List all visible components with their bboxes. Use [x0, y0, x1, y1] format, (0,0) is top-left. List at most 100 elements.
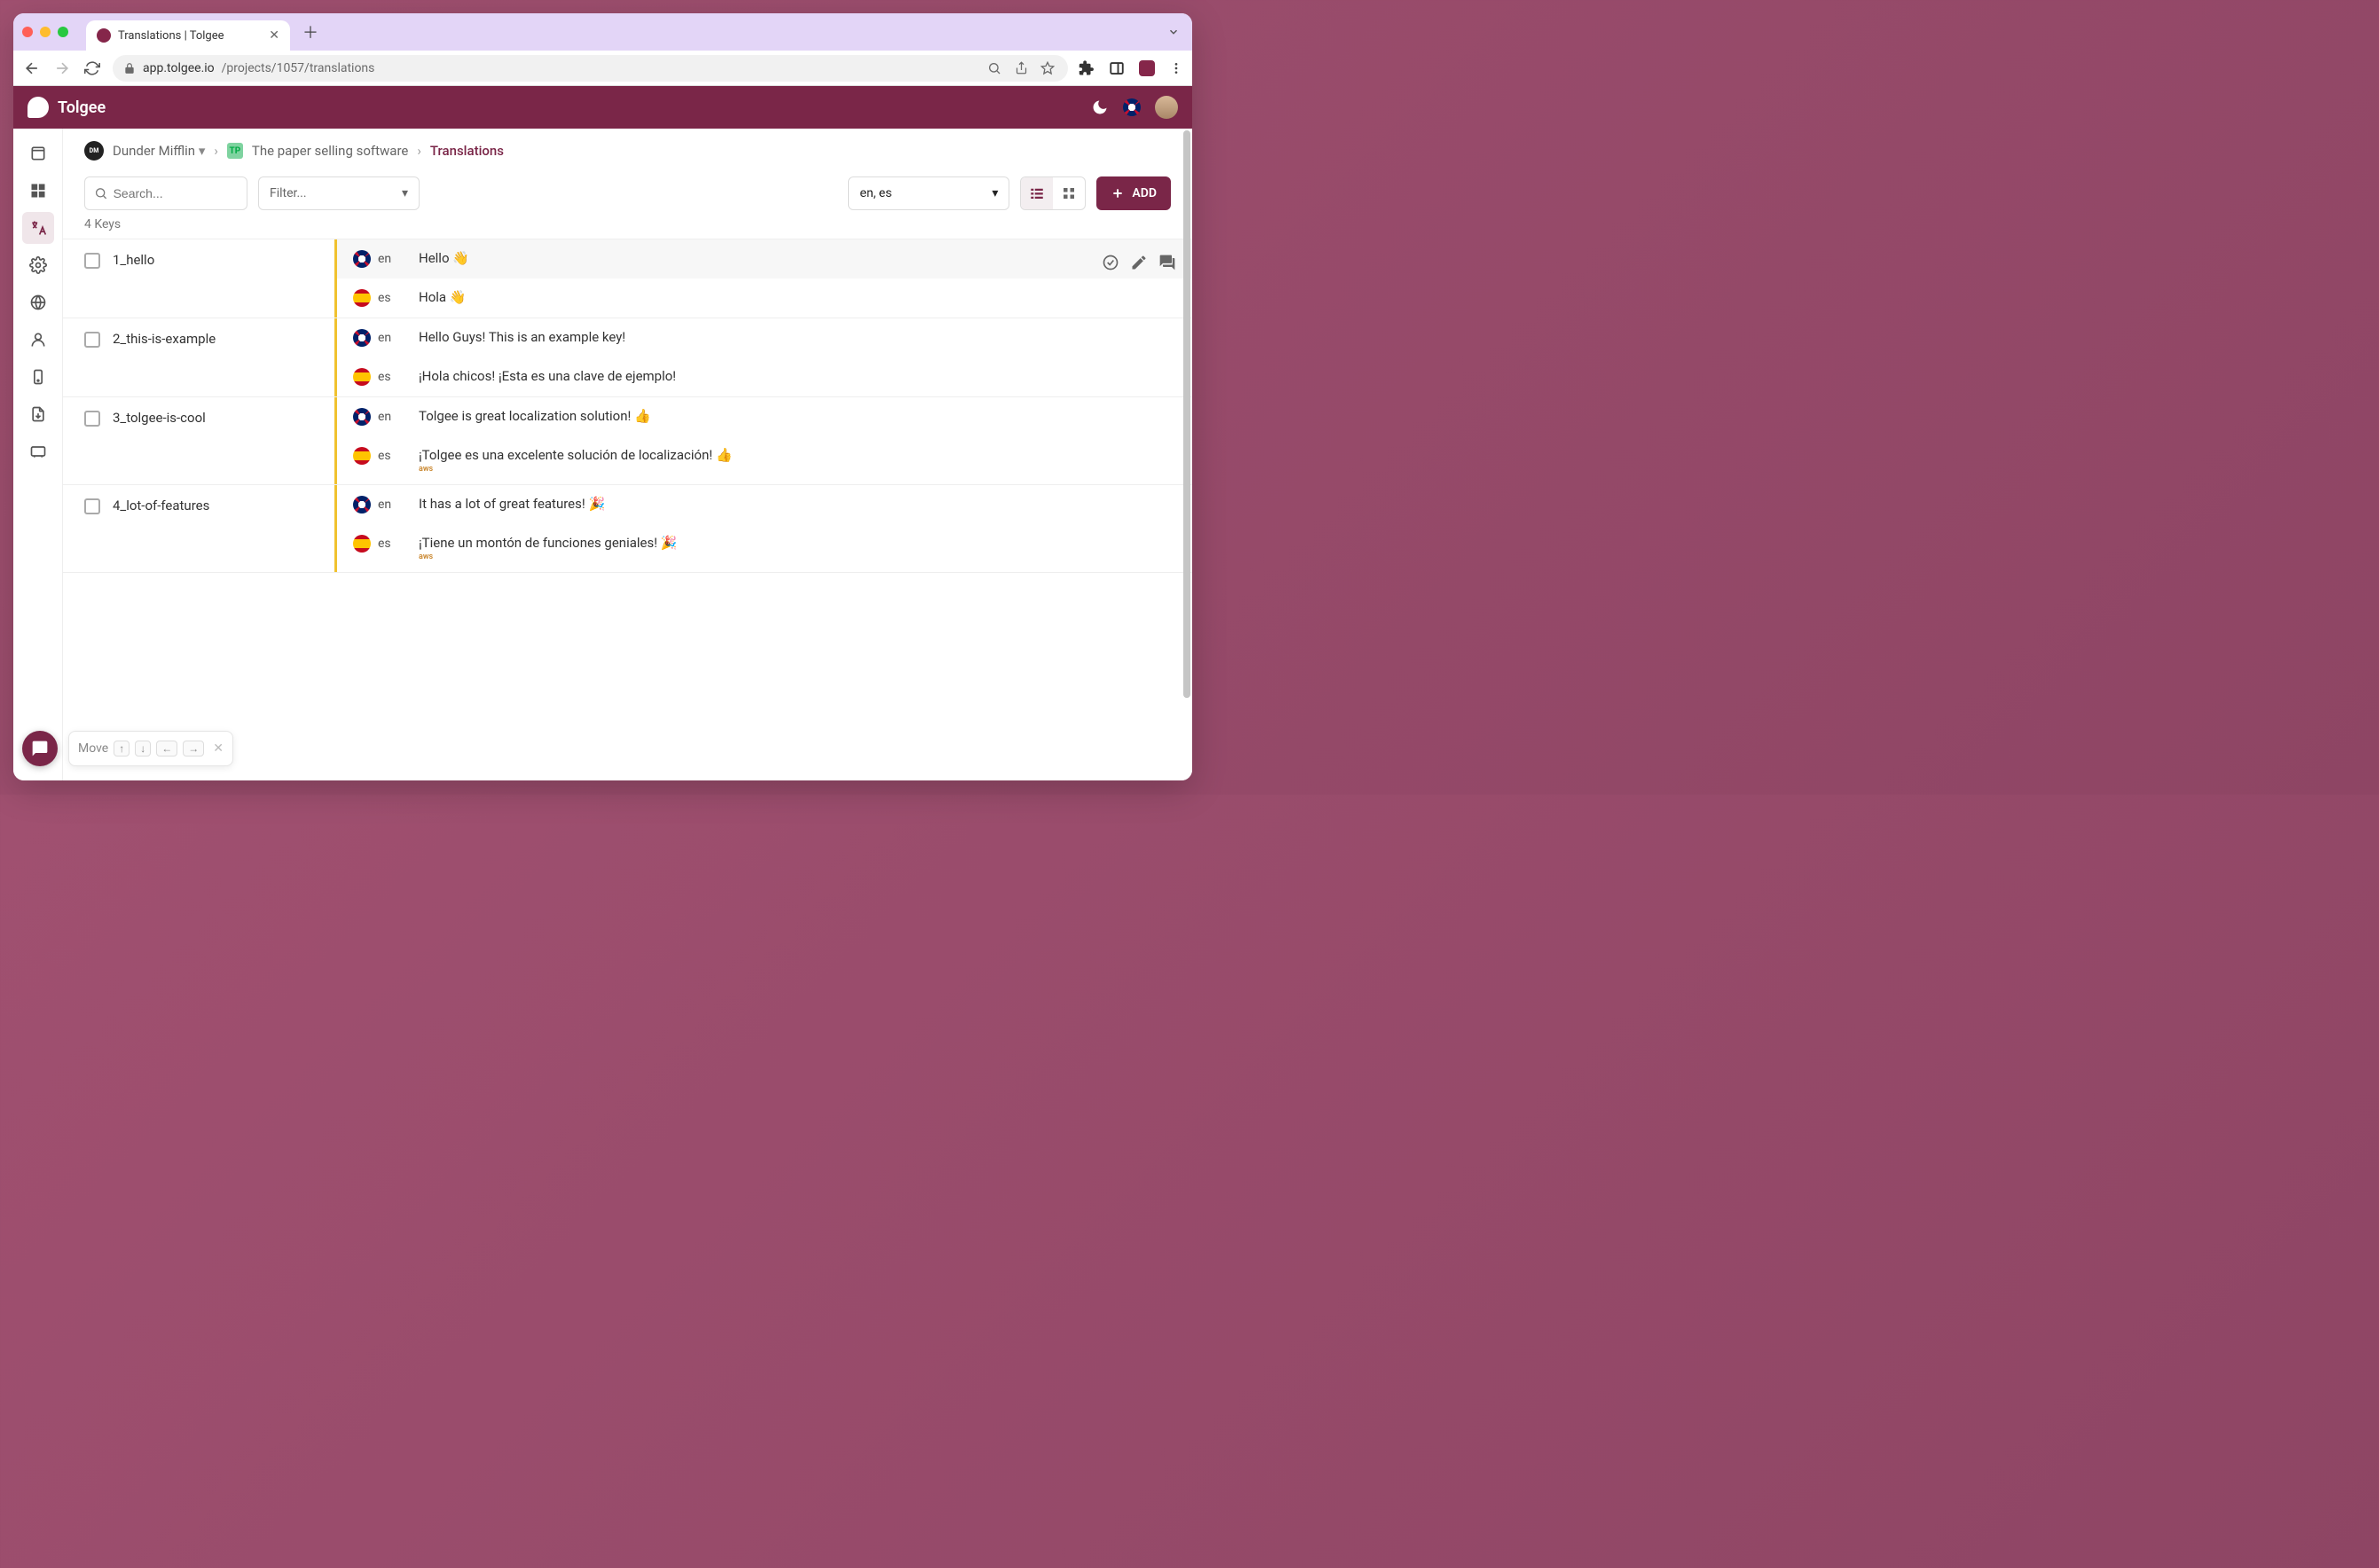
rail-projects-icon[interactable] [22, 137, 54, 169]
url-share-icon[interactable] [1011, 61, 1031, 74]
row-checkbox[interactable] [84, 253, 100, 269]
rail-export-icon[interactable] [22, 398, 54, 430]
main-content: DM Dunder Mifflin ▾ › TP The paper selli… [63, 129, 1192, 780]
breadcrumb-project[interactable]: The paper selling software [252, 143, 408, 159]
breadcrumb-org[interactable]: Dunder Mifflin ▾ [113, 143, 205, 159]
language-switch-icon[interactable] [1123, 98, 1141, 116]
lang-code: es [378, 537, 391, 551]
translation-cell-es[interactable]: es ¡Tiene un montón de funciones geniale… [337, 524, 1192, 572]
flag-uk-icon [353, 408, 371, 426]
translation-cell-es[interactable]: es ¡Tolgee es una excelente solución de … [337, 436, 1192, 484]
scrollbar[interactable] [1183, 129, 1190, 780]
browser-address-bar: app.tolgee.io/projects/1057/translations [13, 51, 1192, 86]
brand[interactable]: Tolgee [27, 97, 106, 118]
user-avatar[interactable] [1155, 96, 1178, 119]
new-tab-button[interactable]: ＋ [302, 20, 318, 43]
edit-icon[interactable] [1130, 254, 1148, 271]
nav-reload-icon[interactable] [82, 60, 102, 76]
add-button[interactable]: ADD [1096, 176, 1171, 210]
row-checkbox[interactable] [84, 411, 100, 427]
app-body: DM Dunder Mifflin ▾ › TP The paper selli… [13, 129, 1192, 780]
url-path: /projects/1057/translations [222, 61, 375, 75]
kbd-right-icon: → [183, 741, 204, 757]
rail-dashboard-icon[interactable] [22, 175, 54, 207]
row-checkbox[interactable] [84, 332, 100, 348]
brand-name: Tolgee [58, 98, 106, 117]
rail-integrate-icon[interactable] [22, 435, 54, 467]
translation-text: Hello Guys! This is an example key! [419, 329, 1176, 345]
rail-translations-icon[interactable] [22, 212, 54, 244]
url-host: app.tolgee.io [143, 61, 215, 75]
project-badge-icon: TP [227, 143, 243, 159]
dark-mode-icon[interactable] [1091, 98, 1109, 116]
extensions-icon[interactable] [1079, 60, 1095, 76]
kbd-left-icon: ← [156, 741, 177, 757]
translation-rows: 1_hello en Hello 👋 [63, 239, 1192, 573]
translation-text: Hola 👋 [419, 289, 1176, 305]
key-name[interactable]: 1_hello [113, 252, 154, 268]
search-input[interactable] [114, 186, 238, 200]
add-button-label: ADD [1132, 186, 1157, 200]
nav-forward-icon[interactable] [52, 59, 72, 77]
translation-cell-en[interactable]: en Hello 👋 [337, 239, 1192, 278]
url-star-icon[interactable] [1038, 61, 1057, 75]
tab-close-icon[interactable]: ✕ [269, 28, 279, 43]
move-hint: Move ↑ ↓ ← → ✕ [68, 731, 233, 766]
lang-code: es [378, 449, 391, 463]
url-zoom-icon[interactable] [985, 61, 1004, 75]
filter-dropdown[interactable]: Filter... ▾ [258, 176, 420, 210]
window-close[interactable] [22, 27, 33, 37]
browser-menu-icon[interactable] [1169, 61, 1183, 75]
translation-cell-en[interactable]: en Tolgee is great localization solution… [337, 397, 1192, 436]
flag-es-icon [353, 535, 371, 553]
language-select-value: en, es [860, 186, 891, 200]
search-icon [94, 185, 108, 201]
rail-import-icon[interactable] [22, 361, 54, 393]
kbd-up-icon: ↑ [114, 741, 130, 757]
app-header: Tolgee [13, 86, 1192, 129]
table-row: 2_this-is-example en Hello Guys! This is… [63, 318, 1192, 397]
translation-cell-en[interactable]: en It has a lot of great features! 🎉 [337, 485, 1192, 524]
tolgee-extension-icon[interactable] [1139, 60, 1155, 76]
rail-members-icon[interactable] [22, 324, 54, 356]
key-name[interactable]: 2_this-is-example [113, 331, 216, 347]
panel-icon[interactable] [1109, 60, 1125, 76]
lang-code: es [378, 370, 391, 384]
translation-cell-en[interactable]: en Hello Guys! This is an example key! [337, 318, 1192, 357]
table-row: 3_tolgee-is-cool en Tolgee is great loca… [63, 397, 1192, 485]
search-box[interactable] [84, 176, 247, 210]
chevron-right-icon: › [214, 143, 218, 159]
key-name[interactable]: 4_lot-of-features [113, 498, 209, 514]
translation-cell-es[interactable]: es Hola 👋 [337, 278, 1192, 318]
translation-text: ¡Tolgee es una excelente solución de loc… [419, 447, 1176, 474]
tab-favicon [97, 28, 111, 43]
toolbar: Filter... ▾ en, es ▾ [63, 173, 1192, 216]
key-name[interactable]: 3_tolgee-is-cool [113, 410, 206, 426]
translation-text: Tolgee is great localization solution! 👍 [419, 408, 1176, 424]
state-icon[interactable] [1102, 254, 1119, 271]
row-checkbox[interactable] [84, 498, 100, 514]
window-minimize[interactable] [40, 27, 51, 37]
row-actions [1102, 254, 1176, 271]
chat-fab[interactable] [22, 731, 58, 766]
translation-text: ¡Tiene un montón de funciones geniales! … [419, 535, 1176, 561]
lang-code: en [378, 331, 391, 345]
scrollbar-thumb[interactable] [1183, 130, 1190, 698]
window-maximize[interactable] [58, 27, 68, 37]
flag-es-icon [353, 289, 371, 307]
browser-tab[interactable]: Translations | Tolgee ✕ [86, 20, 290, 51]
comment-icon[interactable] [1158, 254, 1176, 271]
language-select[interactable]: en, es ▾ [848, 176, 1009, 210]
url-box[interactable]: app.tolgee.io/projects/1057/translations [113, 55, 1068, 82]
close-icon[interactable]: ✕ [213, 741, 224, 756]
view-grid-button[interactable] [1053, 177, 1085, 209]
view-list-button[interactable] [1021, 177, 1053, 209]
lang-code: en [378, 252, 391, 266]
window-controls [22, 27, 68, 37]
tab-overflow-icon[interactable] [1167, 26, 1180, 38]
flag-uk-icon [353, 496, 371, 514]
rail-settings-icon[interactable] [22, 249, 54, 281]
rail-languages-icon[interactable] [22, 286, 54, 318]
translation-cell-es[interactable]: es ¡Hola chicos! ¡Esta es una clave de e… [337, 357, 1192, 396]
nav-back-icon[interactable] [22, 59, 42, 77]
